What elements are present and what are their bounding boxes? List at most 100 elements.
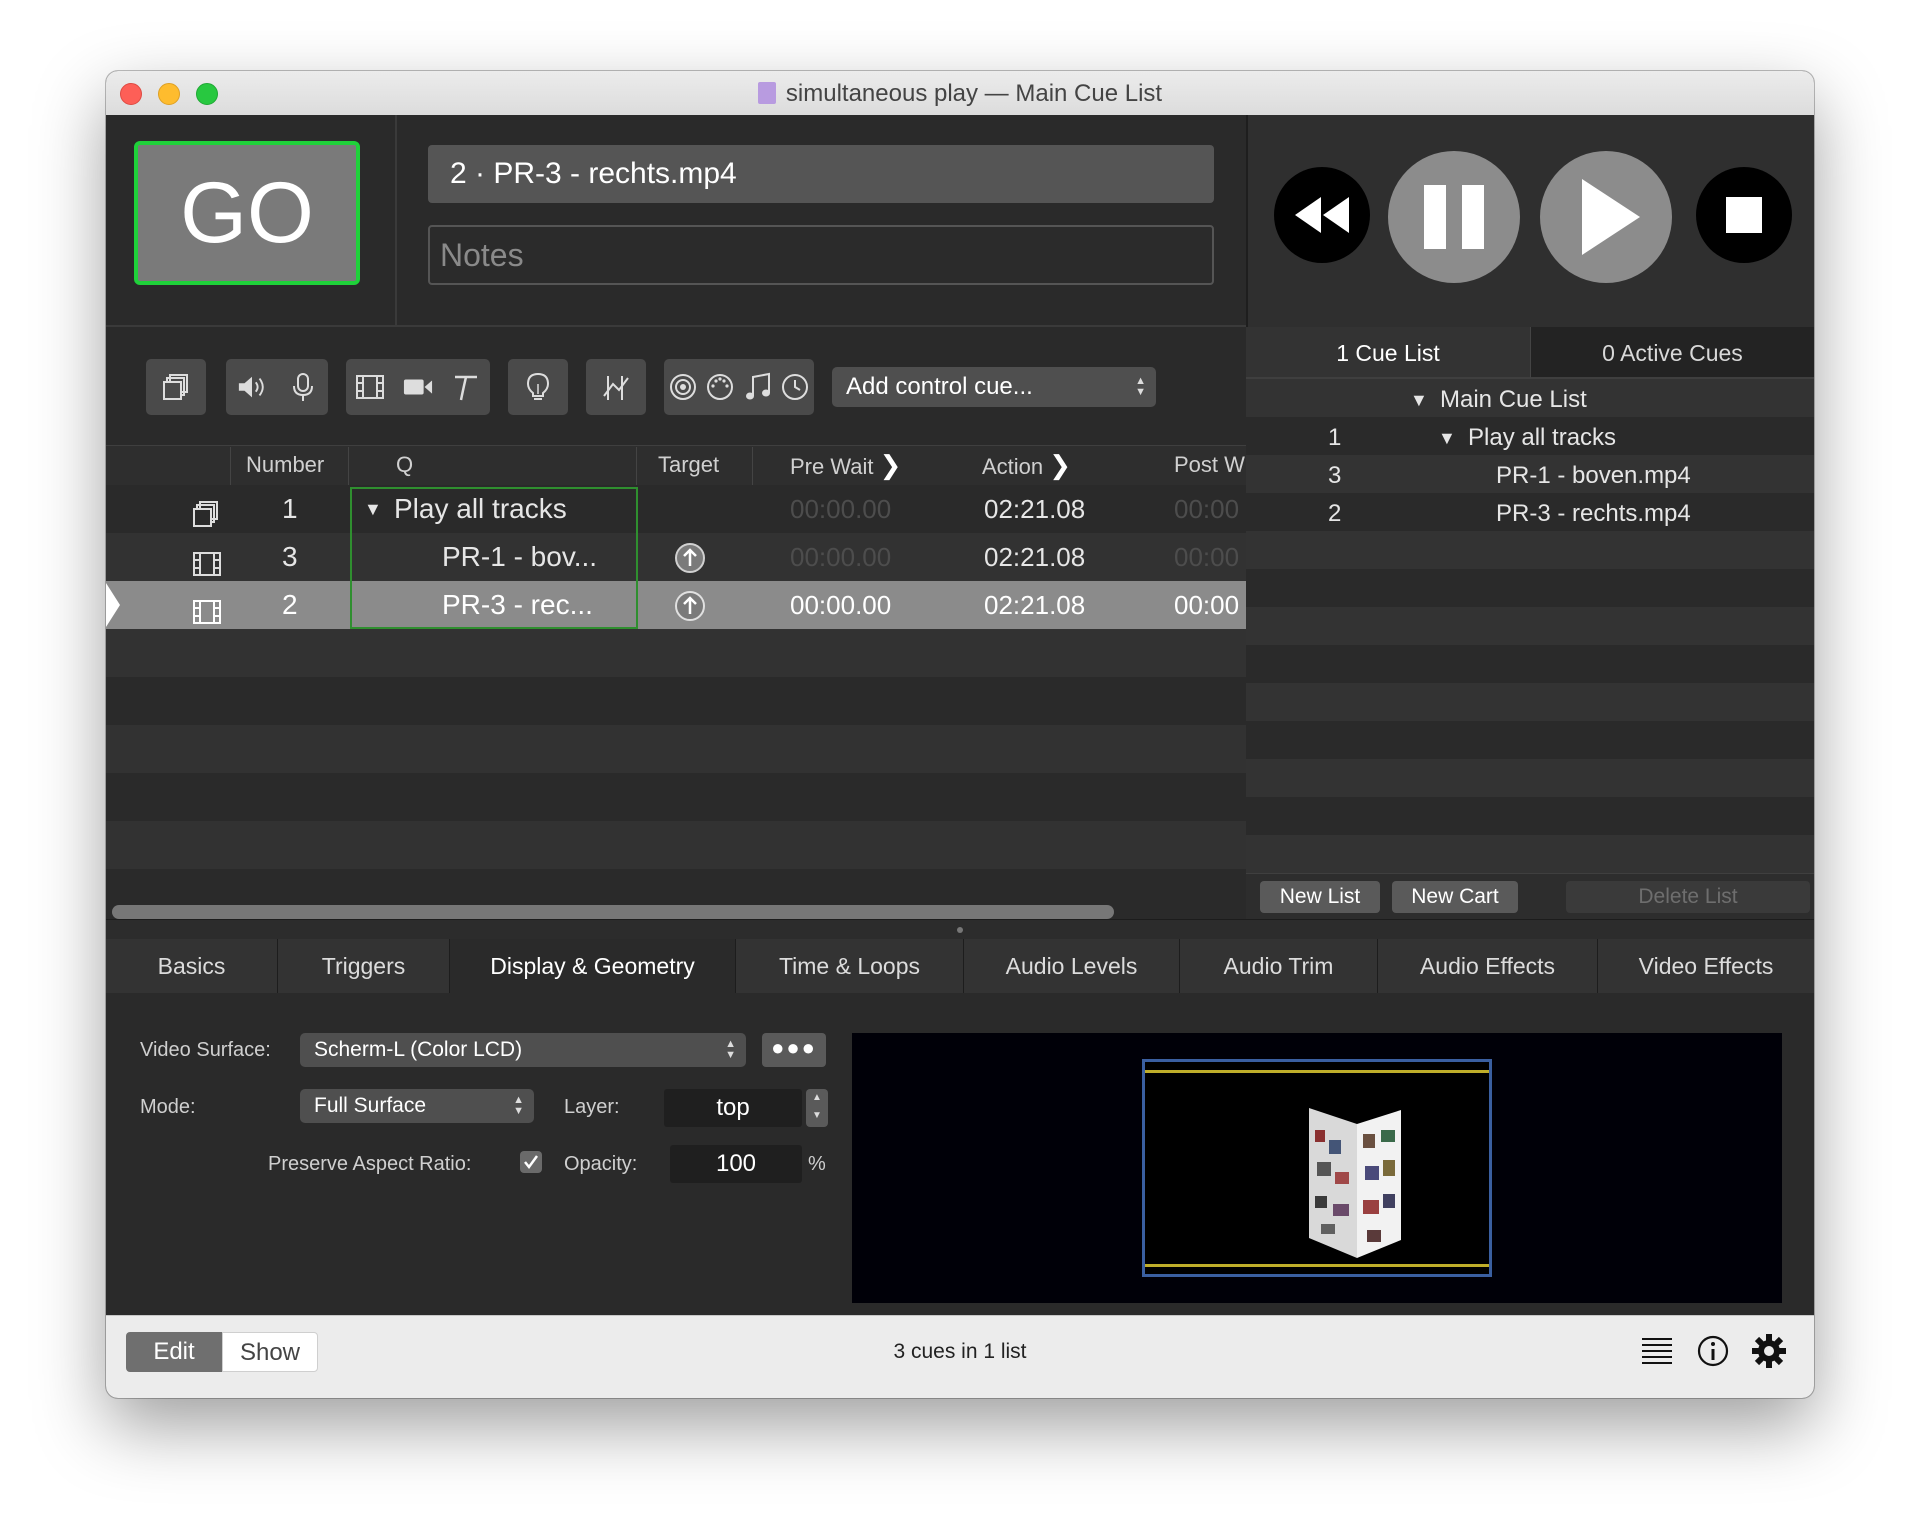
tab-basics[interactable]: Basics (106, 939, 278, 993)
tab-audio-trim[interactable]: Audio Trim (1180, 939, 1378, 993)
header-post-wait[interactable]: Post W (1174, 445, 1245, 485)
video-surface-value: Scherm-L (Color LCD) (314, 1038, 523, 1061)
settings-gear-icon[interactable] (1750, 1332, 1788, 1375)
title-bar: simultaneous play — Main Cue List (106, 71, 1814, 116)
text-icon[interactable] (451, 372, 481, 402)
inspector-tabs: Basics Triggers Display & Geometry Time … (106, 939, 1814, 994)
target-arrow-icon[interactable] (674, 589, 706, 637)
film-icon[interactable] (355, 372, 385, 402)
add-control-cue-popup[interactable]: Add control cue... ▲ ▼ (832, 367, 1156, 407)
rewind-button[interactable] (1274, 167, 1370, 263)
add-control-cue-label: Add control cue... (846, 373, 1033, 400)
disclosure-triangle-icon[interactable]: ▼ (1410, 381, 1428, 419)
divider (395, 115, 397, 327)
new-cart-button[interactable]: New Cart (1392, 881, 1518, 913)
mode-select[interactable]: Full Surface ▲ ▼ (300, 1089, 534, 1123)
cue-number: 2 (282, 589, 298, 620)
rewind-icon (1295, 197, 1349, 233)
pause-button[interactable] (1388, 151, 1520, 283)
pause-icon (1424, 185, 1484, 249)
pre-wait-value: 00:00.00 (790, 542, 892, 572)
tab-active-cues[interactable]: 0 Active Cues (1530, 327, 1814, 379)
go-label: GO (180, 164, 314, 261)
go-button[interactable]: GO (134, 141, 360, 285)
info-icon[interactable] (1696, 1334, 1730, 1373)
light-cue-tool[interactable] (508, 359, 568, 415)
checkmark-icon (524, 1155, 539, 1170)
table-row-selected[interactable]: 2 PR-3 - rec... 00:00.00 02:21.08 00:00 (106, 581, 1246, 629)
list-item[interactable]: 1 ▼ Play all tracks (1246, 419, 1814, 457)
header-pre-wait[interactable]: Pre Wait ❯ (790, 445, 901, 485)
list-item[interactable]: ▼ Main Cue List (1246, 381, 1814, 419)
disclosure-triangle-icon[interactable]: ▼ (1438, 419, 1456, 457)
opacity-label: Opacity: (564, 1153, 638, 1175)
pre-wait-value: 00:00.00 (790, 494, 892, 524)
tab-video-effects[interactable]: Video Effects (1598, 939, 1814, 993)
layer-field[interactable]: top (664, 1089, 802, 1127)
control-tools (664, 359, 814, 415)
divider (230, 447, 231, 485)
tab-audio-levels[interactable]: Audio Levels (964, 939, 1180, 993)
tab-triggers[interactable]: Triggers (278, 939, 450, 993)
group-cue-tool[interactable] (146, 359, 206, 415)
divider (752, 447, 753, 485)
midi-icon[interactable] (705, 372, 735, 402)
horizontal-scrollbar[interactable] (112, 905, 1114, 919)
tab-display-geometry[interactable]: Display & Geometry (450, 939, 736, 993)
table-row[interactable]: 3 PR-1 - bov... 00:00.00 02:21.08 00:00 (106, 533, 1246, 581)
percent-label: % (808, 1153, 826, 1175)
chevron-right-icon: ❯ (1049, 450, 1072, 480)
video-surface-label: Video Surface: (140, 1039, 271, 1061)
header-action[interactable]: Action ❯ (982, 445, 1071, 485)
header-q[interactable]: Q (396, 445, 413, 485)
video-tools (346, 359, 490, 415)
video-surface-preview[interactable] (852, 1033, 1782, 1303)
new-list-button[interactable]: New List (1260, 881, 1380, 913)
tab-time-loops[interactable]: Time & Loops (736, 939, 964, 993)
list-item[interactable]: 3 PR-1 - boven.mp4 (1246, 457, 1814, 495)
clock-icon[interactable] (780, 372, 810, 402)
action-value: 02:21.08 (984, 494, 1086, 524)
target-icon[interactable] (668, 372, 698, 402)
ellipsis-icon: ●●● (771, 1035, 817, 1060)
list-item[interactable]: 2 PR-3 - rechts.mp4 (1246, 495, 1814, 533)
speaker-icon[interactable] (237, 372, 267, 402)
layer-stepper[interactable]: ▲ ▼ (806, 1089, 828, 1127)
tree-item-number: 2 (1328, 500, 1342, 527)
notes-field[interactable]: Notes (428, 225, 1214, 285)
stage-line-bottom (1145, 1264, 1489, 1267)
lightbulb-icon (523, 372, 553, 402)
header-target[interactable]: Target (658, 445, 719, 485)
cue-number: 1 (282, 493, 298, 524)
film-icon (192, 592, 222, 640)
action-value: 02:21.08 (984, 542, 1086, 572)
header-pre-wait-label: Pre Wait (790, 454, 874, 479)
video-surface-select[interactable]: Scherm-L (Color LCD) ▲ ▼ (300, 1033, 746, 1067)
delete-list-button[interactable]: Delete List (1566, 881, 1810, 913)
playhead-indicator-icon (106, 583, 122, 631)
cue-name-field[interactable]: 2 · PR-3 - rechts.mp4 (428, 145, 1214, 203)
tab-audio-effects[interactable]: Audio Effects (1378, 939, 1598, 993)
stop-button[interactable] (1696, 167, 1792, 263)
music-note-icon[interactable] (743, 372, 773, 402)
tab-cue-lists[interactable]: 1 Cue List (1246, 327, 1530, 379)
microphone-icon[interactable] (288, 372, 318, 402)
table-row[interactable]: 1 ▼ Play all tracks 00:00.00 02:21.08 00… (106, 485, 1246, 533)
window-title-text: simultaneous play — Main Cue List (785, 80, 1163, 107)
video-thumbnail-icon (1309, 1108, 1401, 1258)
camera-icon[interactable] (403, 372, 433, 402)
header-number[interactable]: Number (246, 445, 324, 485)
opacity-field[interactable]: 100 (670, 1145, 802, 1183)
status-bar: Edit Show 3 cues in 1 list (106, 1315, 1814, 1398)
play-button[interactable] (1540, 151, 1672, 283)
stage-line-top (1145, 1070, 1489, 1073)
tree-item-name: Play all tracks (1468, 424, 1617, 451)
preserve-aspect-ratio-checkbox[interactable] (520, 1151, 542, 1173)
group-outline (350, 487, 638, 629)
fade-cue-tool[interactable] (586, 359, 646, 415)
more-options-button[interactable]: ●●● (762, 1033, 826, 1067)
stop-icon (1726, 197, 1762, 233)
preserve-aspect-ratio-label: Preserve Aspect Ratio: (268, 1153, 472, 1175)
group-icon (161, 372, 191, 402)
list-view-icon[interactable] (1640, 1336, 1674, 1373)
